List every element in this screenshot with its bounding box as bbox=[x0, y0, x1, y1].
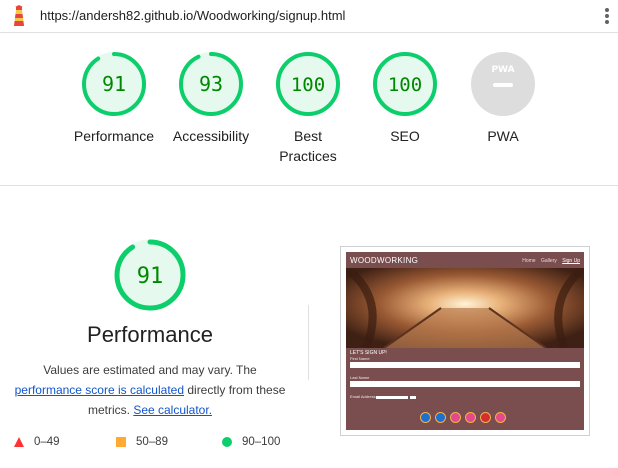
lighthouse-icon bbox=[14, 5, 24, 26]
gauge-pwa[interactable]: PWA PWA bbox=[453, 50, 553, 146]
gauge-score: 93 bbox=[199, 72, 223, 96]
thumb-email-input bbox=[376, 396, 408, 399]
performance-gauge-large: 91 bbox=[113, 238, 187, 317]
report-header: https://andersh82.github.io/Woodworking/… bbox=[0, 0, 618, 33]
thumb-field-label: Last Name bbox=[350, 375, 370, 380]
score-calculated-link[interactable]: performance score is calculated bbox=[15, 383, 184, 397]
score-gauge-ring: 91 bbox=[114, 239, 186, 311]
legend-item-pass: 90–100 bbox=[222, 436, 280, 448]
performance-title: Performance bbox=[87, 322, 213, 347]
score-gauge-ring: 100 bbox=[276, 52, 340, 116]
thumb-nav-item: Home bbox=[522, 258, 536, 264]
hero-image bbox=[346, 268, 584, 348]
thumb-nav: Home Gallery Sign Up bbox=[518, 258, 580, 264]
thumb-nav-item-active: Sign Up bbox=[562, 258, 580, 264]
legend-range: 50–89 bbox=[136, 436, 168, 448]
gauge-label: PWA bbox=[487, 128, 519, 144]
section-divider bbox=[0, 185, 618, 186]
thumb-input bbox=[350, 381, 580, 387]
gauge-label: Best bbox=[293, 128, 322, 144]
see-calculator-link[interactable]: See calculator. bbox=[133, 403, 212, 417]
pwa-badge-text: PWA bbox=[491, 65, 514, 75]
vertical-dots-icon[interactable] bbox=[600, 6, 614, 26]
twitter-icon bbox=[435, 412, 446, 423]
linkedin-icon bbox=[420, 412, 431, 423]
thumb-submit bbox=[410, 396, 416, 399]
final-screenshot[interactable]: WOODWORKING Home Gallery Sign Up LET'S S bbox=[340, 246, 590, 436]
gauge-best-practices[interactable]: 100 Best Practices bbox=[258, 50, 358, 166]
page-url: https://andersh82.github.io/Woodworking/… bbox=[40, 8, 346, 23]
category-gauges: 91 Performance 93 Accessibility 100 Best… bbox=[0, 40, 618, 180]
gauge-label: Performance bbox=[73, 128, 155, 144]
gauge-label: SEO bbox=[390, 128, 420, 144]
youtube-icon bbox=[480, 412, 491, 423]
thumb-input bbox=[350, 362, 580, 368]
triangle-icon bbox=[14, 436, 24, 447]
circle-icon bbox=[222, 436, 232, 447]
legend-range: 0–49 bbox=[34, 436, 60, 448]
score-legend: 0–49 50–89 90–100 bbox=[14, 436, 304, 452]
score-gauge-ring: 93 bbox=[179, 52, 243, 116]
description-text: Values are estimated and may vary. The bbox=[43, 363, 257, 377]
gauge-score: 100 bbox=[291, 74, 325, 96]
gauge-seo[interactable]: 100 SEO bbox=[355, 50, 455, 146]
square-icon bbox=[116, 436, 126, 447]
thumb-brand: WOODWORKING bbox=[350, 256, 419, 265]
thumb-field-label: First Name bbox=[350, 356, 370, 361]
legend-range: 90–100 bbox=[242, 436, 281, 448]
gauge-accessibility[interactable]: 93 Accessibility bbox=[161, 50, 261, 146]
performance-description: Values are estimated and may vary. The p… bbox=[10, 360, 290, 420]
screenshot-page: WOODWORKING Home Gallery Sign Up LET'S S bbox=[346, 252, 584, 430]
pwa-badge-icon: PWA bbox=[471, 52, 535, 116]
thumb-field-label: Email Address bbox=[350, 394, 376, 399]
gauge-score: 91 bbox=[102, 72, 126, 96]
gauge-label: Accessibility bbox=[172, 128, 250, 144]
performance-score: 91 bbox=[137, 264, 164, 289]
score-gauge-ring: 100 bbox=[373, 52, 437, 116]
instagram-icon bbox=[465, 412, 476, 423]
score-gauge-ring: 91 bbox=[82, 52, 146, 116]
vertical-divider bbox=[308, 305, 309, 380]
legend-item-fail: 0–49 bbox=[14, 436, 60, 448]
github-icon bbox=[450, 412, 461, 423]
gauge-label-line2: Practices bbox=[279, 148, 337, 164]
gauge-score: 100 bbox=[388, 74, 422, 96]
facebook-icon bbox=[495, 412, 506, 423]
thumb-nav-item: Gallery bbox=[540, 258, 557, 264]
legend-item-average: 50–89 bbox=[116, 436, 168, 448]
gauge-performance[interactable]: 91 Performance bbox=[64, 50, 164, 146]
